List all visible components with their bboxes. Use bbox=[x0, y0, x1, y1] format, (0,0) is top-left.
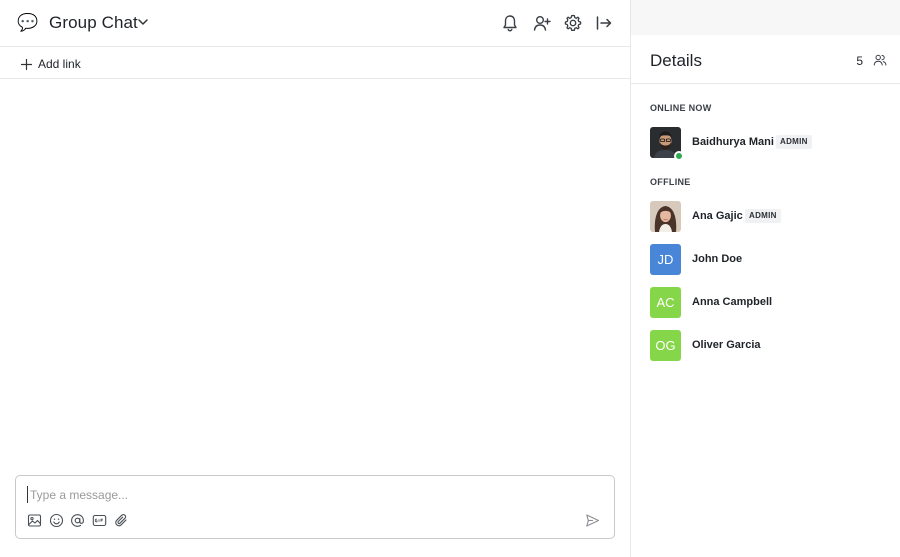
message-input[interactable] bbox=[27, 486, 587, 503]
emoji-icon[interactable] bbox=[49, 513, 64, 528]
gear-icon[interactable] bbox=[563, 13, 583, 33]
plus-icon bbox=[20, 58, 33, 70]
member-name: Ana Gajic bbox=[692, 210, 743, 222]
message-list bbox=[0, 80, 630, 470]
send-icon[interactable] bbox=[585, 513, 600, 528]
attachment-icon[interactable] bbox=[114, 513, 129, 528]
link-bar: Add link bbox=[0, 48, 630, 79]
chat-header: 💬 Group Chat bbox=[0, 0, 630, 47]
offline-section-label: OFFLINE bbox=[650, 177, 691, 187]
avatar: AC bbox=[650, 287, 681, 318]
member-name: Anna Campbell bbox=[692, 296, 773, 308]
avatar bbox=[650, 201, 681, 232]
members-icon[interactable] bbox=[873, 53, 887, 67]
member-item[interactable]: AC Anna Campbell bbox=[650, 287, 890, 319]
member-name: Baidhurya Mani bbox=[692, 136, 774, 148]
member-item[interactable]: OG Oliver Garcia bbox=[650, 330, 890, 362]
online-status-indicator bbox=[674, 151, 684, 161]
member-item[interactable]: Ana Gajic ADMIN bbox=[650, 201, 890, 233]
member-item[interactable]: JD John Doe bbox=[650, 244, 890, 276]
details-header: Details 5 bbox=[631, 35, 900, 84]
speech-bubble-icon: 💬 bbox=[17, 13, 39, 32]
add-link-button[interactable]: Add link bbox=[20, 55, 81, 73]
member-count: 5 bbox=[856, 54, 863, 68]
details-panel: Details 5 ONLINE NOW Baidhurya Mani ADMI… bbox=[630, 0, 900, 557]
message-composer bbox=[15, 475, 615, 539]
bell-icon[interactable] bbox=[500, 13, 520, 33]
mention-icon[interactable] bbox=[70, 513, 85, 528]
add-user-icon[interactable] bbox=[532, 13, 552, 33]
admin-badge: ADMIN bbox=[745, 209, 781, 223]
exit-icon[interactable] bbox=[594, 13, 614, 33]
avatar: OG bbox=[650, 330, 681, 361]
avatar: JD bbox=[650, 244, 681, 275]
chevron-down-icon[interactable] bbox=[136, 15, 150, 29]
chat-panel: 💬 Group Chat Add link bbox=[0, 0, 630, 557]
member-name: John Doe bbox=[692, 253, 743, 265]
add-link-label: Add link bbox=[38, 57, 81, 71]
online-section-label: ONLINE NOW bbox=[650, 103, 712, 113]
admin-badge: ADMIN bbox=[776, 135, 812, 149]
chat-title[interactable]: Group Chat bbox=[49, 13, 138, 33]
member-name: Oliver Garcia bbox=[692, 339, 761, 351]
gif-icon[interactable] bbox=[92, 513, 107, 528]
member-item[interactable]: Baidhurya Mani ADMIN bbox=[650, 127, 890, 161]
details-title: Details bbox=[650, 51, 702, 70]
details-top-bar bbox=[631, 0, 900, 35]
image-icon[interactable] bbox=[27, 513, 42, 528]
